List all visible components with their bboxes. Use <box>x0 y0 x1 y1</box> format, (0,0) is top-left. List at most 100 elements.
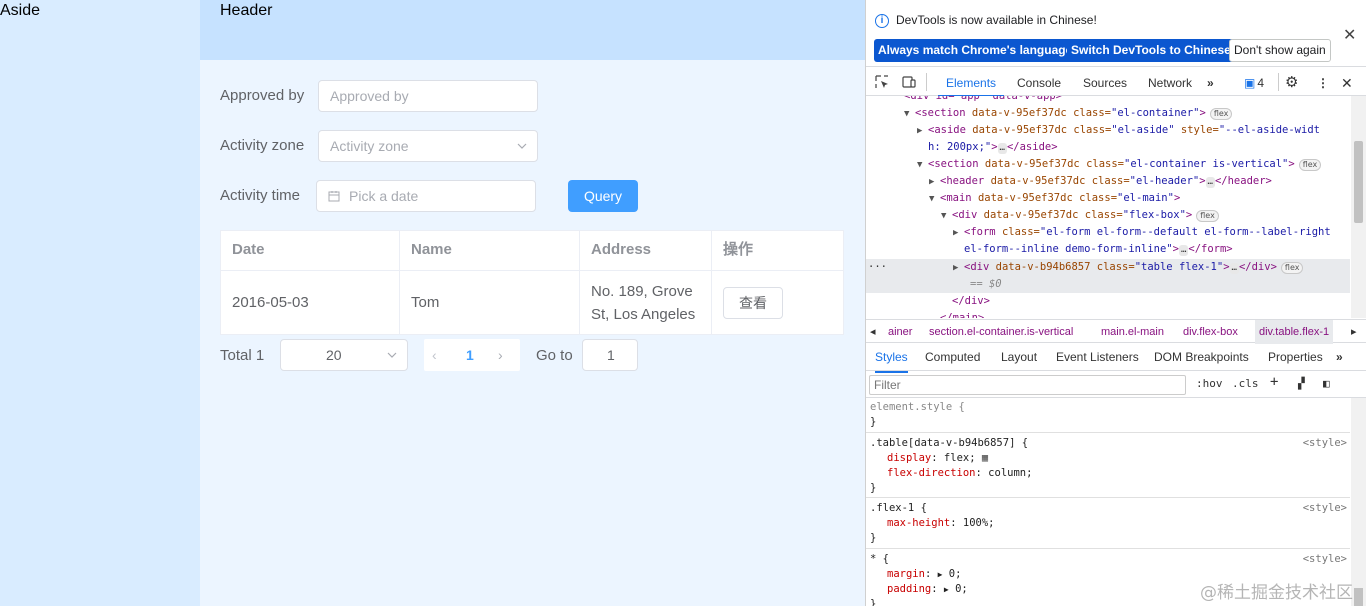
tab-elements[interactable]: Elements <box>938 67 1005 97</box>
dom-line[interactable]: h: 200px;">… </aside> <box>928 139 1058 156</box>
view-button[interactable]: 查看 <box>723 286 783 319</box>
add-rule-icon[interactable]: + <box>1270 374 1278 390</box>
dom-line[interactable]: </main> <box>940 310 984 318</box>
style-property[interactable]: padding: ▶ 0; <box>887 582 968 597</box>
dom-line[interactable]: </div> <box>952 293 990 310</box>
dom-line[interactable]: ▶ <form class="el-form el-form--default e… <box>953 224 1331 241</box>
rule-selector[interactable]: * { <box>870 552 889 567</box>
collapse-triangle-icon[interactable]: ▼ <box>929 191 940 208</box>
flex-badge[interactable]: flex <box>1280 262 1304 274</box>
more-tabs-icon[interactable]: » <box>1207 67 1214 97</box>
ellipsis-badge[interactable]: … <box>1229 263 1239 274</box>
dom-line-selected[interactable]: ▶ <div data-v-b94b6857 class="table flex-… <box>953 259 1304 277</box>
gear-icon[interactable]: ⚙ <box>1285 67 1298 97</box>
expand-triangle-icon[interactable]: ▶ <box>953 225 964 242</box>
tab-properties[interactable]: Properties <box>1268 344 1323 371</box>
tab-event-listeners[interactable]: Event Listeners <box>1056 344 1139 371</box>
flex-badge[interactable]: flex <box>1196 210 1219 222</box>
node-menu-dots[interactable]: ··· <box>868 259 887 276</box>
tab-network[interactable]: Network <box>1148 67 1192 97</box>
flex-badge[interactable]: flex <box>1298 159 1322 171</box>
tab-styles[interactable]: Styles <box>875 344 908 373</box>
breadcrumb-item[interactable]: ainer <box>888 320 912 344</box>
style-property[interactable]: max-height: 100%; <box>887 516 994 531</box>
breadcrumb-item[interactable]: section.el-container.is-vertical <box>929 320 1073 344</box>
flex-badge[interactable]: flex <box>1209 108 1233 120</box>
tab-layout[interactable]: Layout <box>1001 344 1037 371</box>
goto-input[interactable]: 1 <box>582 339 638 371</box>
sidebar-toggle-icon[interactable]: ◧ <box>1323 377 1330 390</box>
elements-scrollbar[interactable] <box>1351 96 1366 318</box>
scrollbar-thumb[interactable] <box>1354 141 1363 223</box>
expand-triangle-icon[interactable]: ▶ <box>917 123 928 140</box>
cell-date: 2016-05-03 <box>221 271 400 334</box>
activity-time-picker[interactable]: Pick a date <box>316 180 536 212</box>
close-devtools-icon[interactable]: ✕ <box>1341 67 1353 97</box>
dom-line[interactable]: ▶ <aside data-v-95ef37dc class="el-aside"… <box>917 122 1320 139</box>
expand-triangle-icon[interactable]: ▶ <box>944 585 949 594</box>
page-number-current[interactable]: 1 <box>466 339 474 371</box>
device-toolbar-icon[interactable] <box>902 75 916 89</box>
breadcrumb-item[interactable]: main.el-main <box>1101 320 1164 344</box>
tab-computed[interactable]: Computed <box>925 344 980 371</box>
kebab-menu-icon[interactable]: ⋮ <box>1317 67 1329 97</box>
query-button[interactable]: Query <box>568 180 638 212</box>
main: Approved by Approved by Activity zone Ac… <box>200 60 865 606</box>
attr: data-v-95ef37dc class= <box>971 107 1111 119</box>
ellipsis-badge[interactable]: … <box>1205 177 1215 188</box>
collapse-triangle-icon[interactable]: ▼ <box>917 157 928 174</box>
goto-label: Go to <box>536 347 573 364</box>
expand-triangle-icon[interactable]: ▶ <box>938 570 943 579</box>
tab-console[interactable]: Console <box>1017 67 1061 97</box>
close-icon[interactable]: ✕ <box>1343 25 1356 45</box>
attr: class= <box>1001 226 1040 238</box>
dom-line[interactable]: el-form--inline demo-form-inline">… </for… <box>964 241 1233 258</box>
rule-selector[interactable]: element.style { <box>870 400 965 415</box>
tag-name: section <box>934 158 979 170</box>
hover-state-toggle[interactable]: :hov <box>1196 377 1223 390</box>
ellipsis-badge[interactable]: … <box>1178 245 1189 256</box>
style-property[interactable]: display: flex; ▦ <box>887 451 988 466</box>
dom-line[interactable]: ▼ <main data-v-95ef37dc class="el-main"> <box>929 190 1180 207</box>
scrollbar-thumb[interactable] <box>1354 588 1363 606</box>
styles-filter-input[interactable]: Filter <box>869 375 1186 395</box>
breadcrumb-scroll-left-icon[interactable]: ◂ <box>870 320 876 344</box>
dom-line[interactable]: ▼ <section data-v-95ef37dc class="el-cont… <box>917 156 1322 174</box>
tab-sources[interactable]: Sources <box>1083 67 1127 97</box>
match-language-button[interactable]: Always match Chrome's language <box>874 39 1077 62</box>
style-property[interactable]: margin: ▶ 0; <box>887 567 961 582</box>
class-toggle[interactable]: .cls <box>1232 377 1259 390</box>
inspect-icon[interactable] <box>875 75 889 89</box>
issues-badge[interactable]: ▣ 4 <box>1244 67 1264 97</box>
rule-source[interactable]: <style> <box>1303 436 1347 451</box>
more-subtabs-icon[interactable]: » <box>1336 344 1343 371</box>
rule-source[interactable]: <style> <box>1303 552 1347 567</box>
styles-scrollbar[interactable] <box>1351 398 1366 606</box>
rule-selector[interactable]: .table[data-v-b94b6857] { <box>870 436 1028 451</box>
next-page-icon[interactable]: › <box>498 339 503 371</box>
breadcrumb-scroll-right-icon[interactable]: ▸ <box>1351 320 1357 344</box>
tab-dom-breakpoints[interactable]: DOM Breakpoints <box>1154 344 1249 371</box>
style-property[interactable]: flex-direction: column; <box>887 466 1032 481</box>
breadcrumb-item-active[interactable]: div.table.flex-1 <box>1255 320 1334 344</box>
activity-zone-select[interactable]: Activity zone <box>318 130 538 162</box>
collapse-triangle-icon[interactable]: ▼ <box>904 106 915 123</box>
page-size-select[interactable]: 20 <box>280 339 408 371</box>
flex-editor-icon[interactable]: ▦ <box>982 452 988 464</box>
dont-show-again-button[interactable]: Don't show again <box>1229 39 1331 62</box>
expand-triangle-icon[interactable]: ▶ <box>953 260 964 277</box>
ellipsis-badge[interactable]: … <box>997 143 1007 154</box>
dom-line[interactable]: ▼ <div data-v-95ef37dc class="flex-box"> f… <box>941 207 1219 224</box>
prev-page-icon[interactable]: ‹ <box>432 339 437 371</box>
dom-line[interactable]: ▼ <section data-v-95ef37dc class="el-cont… <box>904 105 1233 123</box>
switch-chinese-button[interactable]: Switch DevTools to Chinese <box>1067 39 1235 62</box>
rule-selector[interactable]: .flex-1 { <box>870 501 927 516</box>
rule-source[interactable]: <style> <box>1303 501 1347 516</box>
collapse-triangle-icon[interactable]: ▼ <box>941 208 952 225</box>
expand-triangle-icon[interactable]: ▶ <box>929 174 940 191</box>
dom-line[interactable]: <div id="app" data-v-app> <box>904 96 1062 105</box>
approved-by-input[interactable]: Approved by <box>318 80 538 112</box>
dom-line[interactable]: ▶ <header data-v-95ef37dc class="el-heade… <box>929 173 1272 190</box>
paint-icon[interactable]: ▞ <box>1298 377 1305 390</box>
breadcrumb-item[interactable]: div.flex-box <box>1183 320 1238 344</box>
